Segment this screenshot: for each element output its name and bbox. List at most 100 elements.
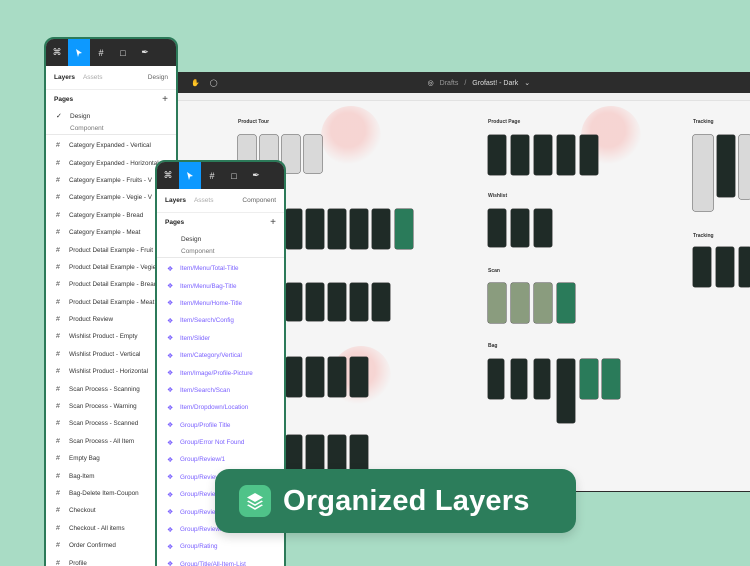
component-item[interactable]: ❖ Item/Slider <box>157 330 284 347</box>
screen-thumbnail[interactable] <box>306 435 324 471</box>
screen-thumbnail[interactable] <box>372 209 390 249</box>
comment-icon[interactable]: ◯ <box>210 79 218 87</box>
layer-item[interactable]: # Category Expanded - Vertical <box>46 137 176 154</box>
screen-thumbnail[interactable] <box>306 357 324 397</box>
screen-thumbnail[interactable] <box>739 247 750 287</box>
frame-label-product-page[interactable]: Product Page <box>488 119 520 125</box>
component-icon: ❖ <box>167 543 174 551</box>
tab-component[interactable]: Component <box>242 197 276 204</box>
screen-thumbnail[interactable] <box>488 135 506 175</box>
screen-thumbnail[interactable] <box>580 359 598 399</box>
component-item[interactable]: ❖ Item/Menu/Total-Title <box>157 260 284 277</box>
component-item[interactable]: ❖ Item/Dropdown/Location <box>157 399 284 416</box>
tab-design[interactable]: Design <box>148 74 168 81</box>
screen-thumbnail[interactable] <box>534 209 552 247</box>
screen-thumbnail[interactable] <box>488 209 506 247</box>
component-item[interactable]: ❖ Group/Error Not Found <box>157 434 284 451</box>
frame-label-scan[interactable]: Scan <box>488 268 500 274</box>
component-icon: ❖ <box>167 526 174 534</box>
screen-thumbnail[interactable] <box>395 209 413 249</box>
screen-thumbnail[interactable] <box>580 135 598 175</box>
screen-thumbnail[interactable] <box>304 135 322 173</box>
move-tool-icon[interactable] <box>68 39 90 66</box>
breadcrumb-file[interactable]: Grofast! - Dark <box>472 80 518 87</box>
screen-thumbnail[interactable] <box>557 359 575 423</box>
screen-thumbnail[interactable] <box>717 135 735 197</box>
screen-thumbnail[interactable] <box>350 209 368 249</box>
page-item-design[interactable]: ✓ Design <box>46 108 176 124</box>
component-item[interactable]: ❖ Group/Title/All-Item-List <box>157 556 284 566</box>
screen-thumbnail[interactable] <box>372 283 390 321</box>
screen-thumbnail[interactable] <box>350 435 368 471</box>
page-item-component[interactable]: Component <box>157 247 284 255</box>
move-tool-icon[interactable] <box>179 162 201 189</box>
component-item[interactable]: ❖ Item/Menu/Bag-Title <box>157 277 284 294</box>
screen-thumbnail[interactable] <box>511 359 527 399</box>
page-item-design[interactable]: Design <box>157 231 284 247</box>
screen-thumbnail[interactable] <box>286 357 302 397</box>
screen-thumbnail[interactable] <box>739 135 750 199</box>
pen-tool-icon[interactable]: ✒ <box>134 39 156 66</box>
frame-label-wishlist[interactable]: Wishlist <box>488 193 507 199</box>
tab-assets[interactable]: Assets <box>83 74 103 81</box>
tab-layers[interactable]: Layers <box>165 197 186 204</box>
screen-thumbnail[interactable] <box>534 135 552 175</box>
component-item[interactable]: ❖ Item/Menu/Home-Title <box>157 295 284 312</box>
toolbar: ⌘ # □ ✒ <box>46 39 176 66</box>
frame-tool-icon[interactable]: # <box>90 39 112 66</box>
screen-thumbnail[interactable] <box>557 283 575 323</box>
breadcrumb-drafts[interactable]: Drafts <box>440 80 459 87</box>
layer-label: Category Example - Fruits - V <box>69 176 152 184</box>
pen-tool-icon[interactable]: ✒ <box>245 162 267 189</box>
screen-thumbnail[interactable] <box>511 283 529 323</box>
screen-thumbnail[interactable] <box>693 247 711 287</box>
screen-thumbnail[interactable] <box>511 135 529 175</box>
screen-thumbnail[interactable] <box>286 209 302 249</box>
screen-thumbnail[interactable] <box>350 357 368 397</box>
tab-layers[interactable]: Layers <box>54 74 75 81</box>
component-item[interactable]: ❖ Group/Profile Title <box>157 417 284 434</box>
component-item[interactable]: ❖ Item/Search/Config <box>157 312 284 329</box>
main-menu-icon[interactable]: ⌘ <box>46 39 68 66</box>
frame-label-tracking[interactable]: Tracking <box>693 119 714 125</box>
screen-thumbnail[interactable] <box>511 209 529 247</box>
screen-thumbnail[interactable] <box>328 435 346 471</box>
add-page-icon[interactable]: + <box>270 217 276 228</box>
frame-label-product-tour[interactable]: Product Tour <box>238 119 269 125</box>
component-item[interactable]: ❖ Item/Image/Profile-Picture <box>157 364 284 381</box>
component-item[interactable]: ❖ Group/Review/1 <box>157 451 284 468</box>
chevron-down-icon[interactable]: ⌄ <box>524 79 530 87</box>
component-item[interactable]: ❖ Group/Rating <box>157 538 284 555</box>
screen-thumbnail[interactable] <box>306 209 324 249</box>
organized-layers-badge: Organized Layers <box>215 469 576 533</box>
rectangle-tool-icon[interactable]: □ <box>112 39 134 66</box>
component-item[interactable]: ❖ Item/Search/Scan <box>157 382 284 399</box>
frame-label-bag[interactable]: Bag <box>488 343 497 349</box>
screen-thumbnail[interactable] <box>350 283 368 321</box>
screen-thumbnail[interactable] <box>328 283 346 321</box>
page-item-component[interactable]: Component <box>46 124 176 132</box>
screen-thumbnail[interactable] <box>716 247 734 287</box>
frame-label-tracking-2[interactable]: Tracking <box>693 233 714 239</box>
rectangle-tool-icon[interactable]: □ <box>223 162 245 189</box>
screen-thumbnail[interactable] <box>286 283 302 321</box>
screen-thumbnail[interactable] <box>693 135 713 211</box>
frame-icon: # <box>56 246 60 254</box>
screen-thumbnail[interactable] <box>534 283 552 323</box>
main-menu-icon[interactable]: ⌘ <box>157 162 179 189</box>
screen-thumbnail[interactable] <box>602 359 620 399</box>
screen-thumbnail[interactable] <box>328 357 346 397</box>
screen-thumbnail[interactable] <box>488 283 506 323</box>
screen-thumbnail[interactable] <box>534 359 550 399</box>
frame-icon: # <box>56 420 60 428</box>
hand-tool-icon[interactable]: ✋ <box>191 79 200 87</box>
add-page-icon[interactable]: + <box>162 94 168 105</box>
screen-thumbnail[interactable] <box>488 359 504 399</box>
screen-thumbnail[interactable] <box>286 435 302 471</box>
screen-thumbnail[interactable] <box>306 283 324 321</box>
screen-thumbnail[interactable] <box>557 135 575 175</box>
tab-assets[interactable]: Assets <box>194 197 214 204</box>
component-item[interactable]: ❖ Item/Category/Vertical <box>157 347 284 364</box>
frame-tool-icon[interactable]: # <box>201 162 223 189</box>
screen-thumbnail[interactable] <box>328 209 346 249</box>
